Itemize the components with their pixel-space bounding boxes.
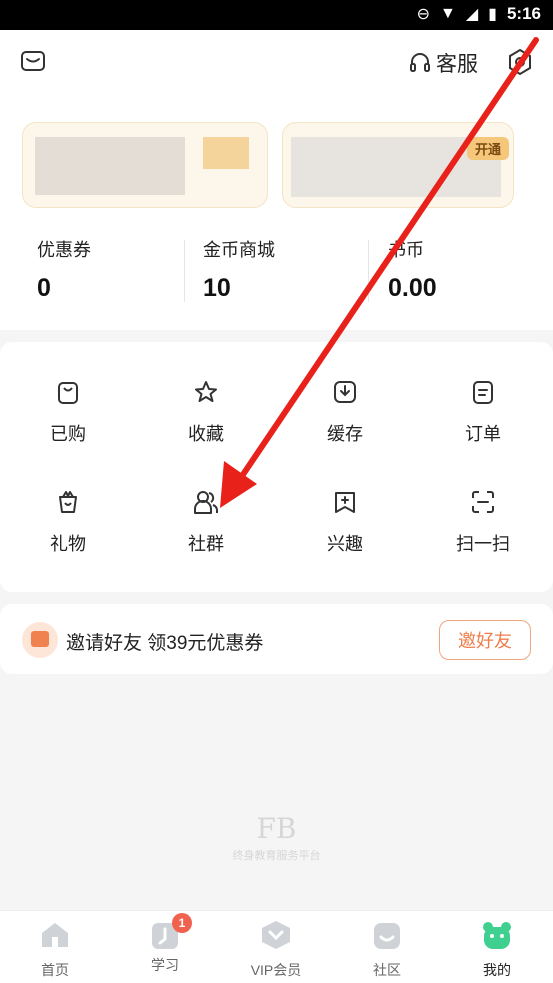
grid-item-label: 社群 (188, 534, 224, 554)
grid-item-community[interactable]: 社群 (146, 488, 266, 556)
tab-vip[interactable]: VIP会员 (231, 919, 321, 980)
grid-item-label: 缓存 (327, 424, 363, 444)
grid-item-gifts[interactable]: 礼物 (8, 488, 128, 556)
customer-service-label: 客服 (436, 53, 478, 76)
grid-item-label: 扫一扫 (456, 534, 510, 554)
user-info-card[interactable] (22, 122, 268, 208)
message-icon[interactable] (20, 48, 46, 74)
brand-watermark: FB 终身教育服务平台 (0, 812, 553, 863)
stat-label: 书币 (388, 240, 424, 260)
tab-home[interactable]: 首页 (10, 919, 100, 980)
wifi-icon: ▼ (440, 5, 456, 22)
vip-open-badge[interactable]: 开通 (466, 137, 509, 160)
tab-label: 学习 (151, 957, 179, 973)
stat-value: 0 (37, 274, 51, 302)
tab-profile[interactable]: 我的 (452, 919, 542, 980)
gift-icon (59, 491, 77, 513)
invite-friends-button[interactable]: 邀好友 (439, 620, 531, 660)
bag-icon (58, 382, 78, 404)
brand-logo: FB (256, 812, 297, 845)
status-bar: ⊖ ▼ ◢ ▮ 5:16 (0, 0, 553, 30)
interest-icon (335, 492, 355, 513)
tab-label: 我的 (483, 962, 511, 978)
signal-icon: ◢ (465, 6, 479, 23)
grid-item-label: 礼物 (50, 534, 86, 554)
vip-icon (262, 921, 290, 949)
stat-coin-mall[interactable]: 金币商城 10 (203, 236, 275, 303)
grid-item-label: 收藏 (188, 424, 224, 444)
scan-icon (472, 491, 494, 513)
brand-tagline: 终身教育服务平台 (232, 850, 321, 862)
stat-label: 优惠券 (37, 240, 91, 260)
stat-value: 0.00 (388, 274, 437, 302)
study-icon: 1 (148, 913, 192, 951)
tab-label: VIP会员 (250, 962, 302, 978)
community-icon (194, 491, 218, 514)
grid-item-favorites[interactable]: 收藏 (146, 378, 266, 446)
stat-divider (368, 240, 369, 302)
order-icon (473, 381, 493, 404)
stat-label: 金币商城 (203, 240, 275, 260)
coupon-icon (22, 622, 58, 658)
download-icon (334, 381, 356, 403)
blurred-user-info (35, 137, 185, 195)
status-time: 5:16 (506, 4, 541, 23)
settings-icon[interactable] (506, 48, 534, 76)
profile-icon (483, 922, 511, 949)
notification-badge: 1 (172, 913, 192, 933)
bottom-tab-bar: 首页 1 学习 VIP会员 社区 我的 (0, 910, 553, 983)
dnd-icon: ⊖ (416, 6, 430, 23)
function-grid: 已购 收藏 缓存 订单 礼物 社群 兴趣 扫一扫 (0, 342, 553, 592)
stat-value: 10 (203, 274, 231, 302)
grid-item-orders[interactable]: 订单 (423, 378, 543, 446)
grid-item-interests[interactable]: 兴趣 (285, 488, 405, 556)
home-icon (42, 923, 68, 947)
grid-item-scan[interactable]: 扫一扫 (423, 488, 543, 556)
tab-community[interactable]: 社区 (342, 919, 432, 980)
vip-card[interactable]: 开通 (282, 122, 514, 208)
invite-banner[interactable]: 邀请好友 领39元优惠券 邀好友 (0, 604, 553, 674)
tab-label: 首页 (41, 962, 69, 978)
invite-text: 邀请好友 领39元优惠券 (66, 633, 264, 654)
stat-coupon[interactable]: 优惠券 0 (37, 236, 91, 303)
battery-icon: ▮ (488, 6, 497, 23)
grid-item-cache[interactable]: 缓存 (285, 378, 405, 446)
grid-item-label: 已购 (50, 424, 86, 444)
blurred-user-badge (203, 137, 249, 169)
profile-header: 客服 开通 优惠券 0 金币商城 10 书币 0.00 (0, 30, 553, 330)
customer-service-button[interactable]: 客服 (408, 48, 478, 78)
grid-item-purchased[interactable]: 已购 (8, 378, 128, 446)
grid-item-label: 订单 (465, 424, 501, 444)
tab-study[interactable]: 1 学习 (120, 913, 210, 975)
tab-label: 社区 (373, 962, 401, 978)
headset-icon (410, 53, 430, 72)
grid-item-label: 兴趣 (327, 534, 363, 554)
stat-divider (184, 240, 185, 302)
community-tab-icon (374, 923, 400, 949)
stat-book-coin[interactable]: 书币 0.00 (388, 236, 437, 303)
star-icon (195, 381, 217, 402)
